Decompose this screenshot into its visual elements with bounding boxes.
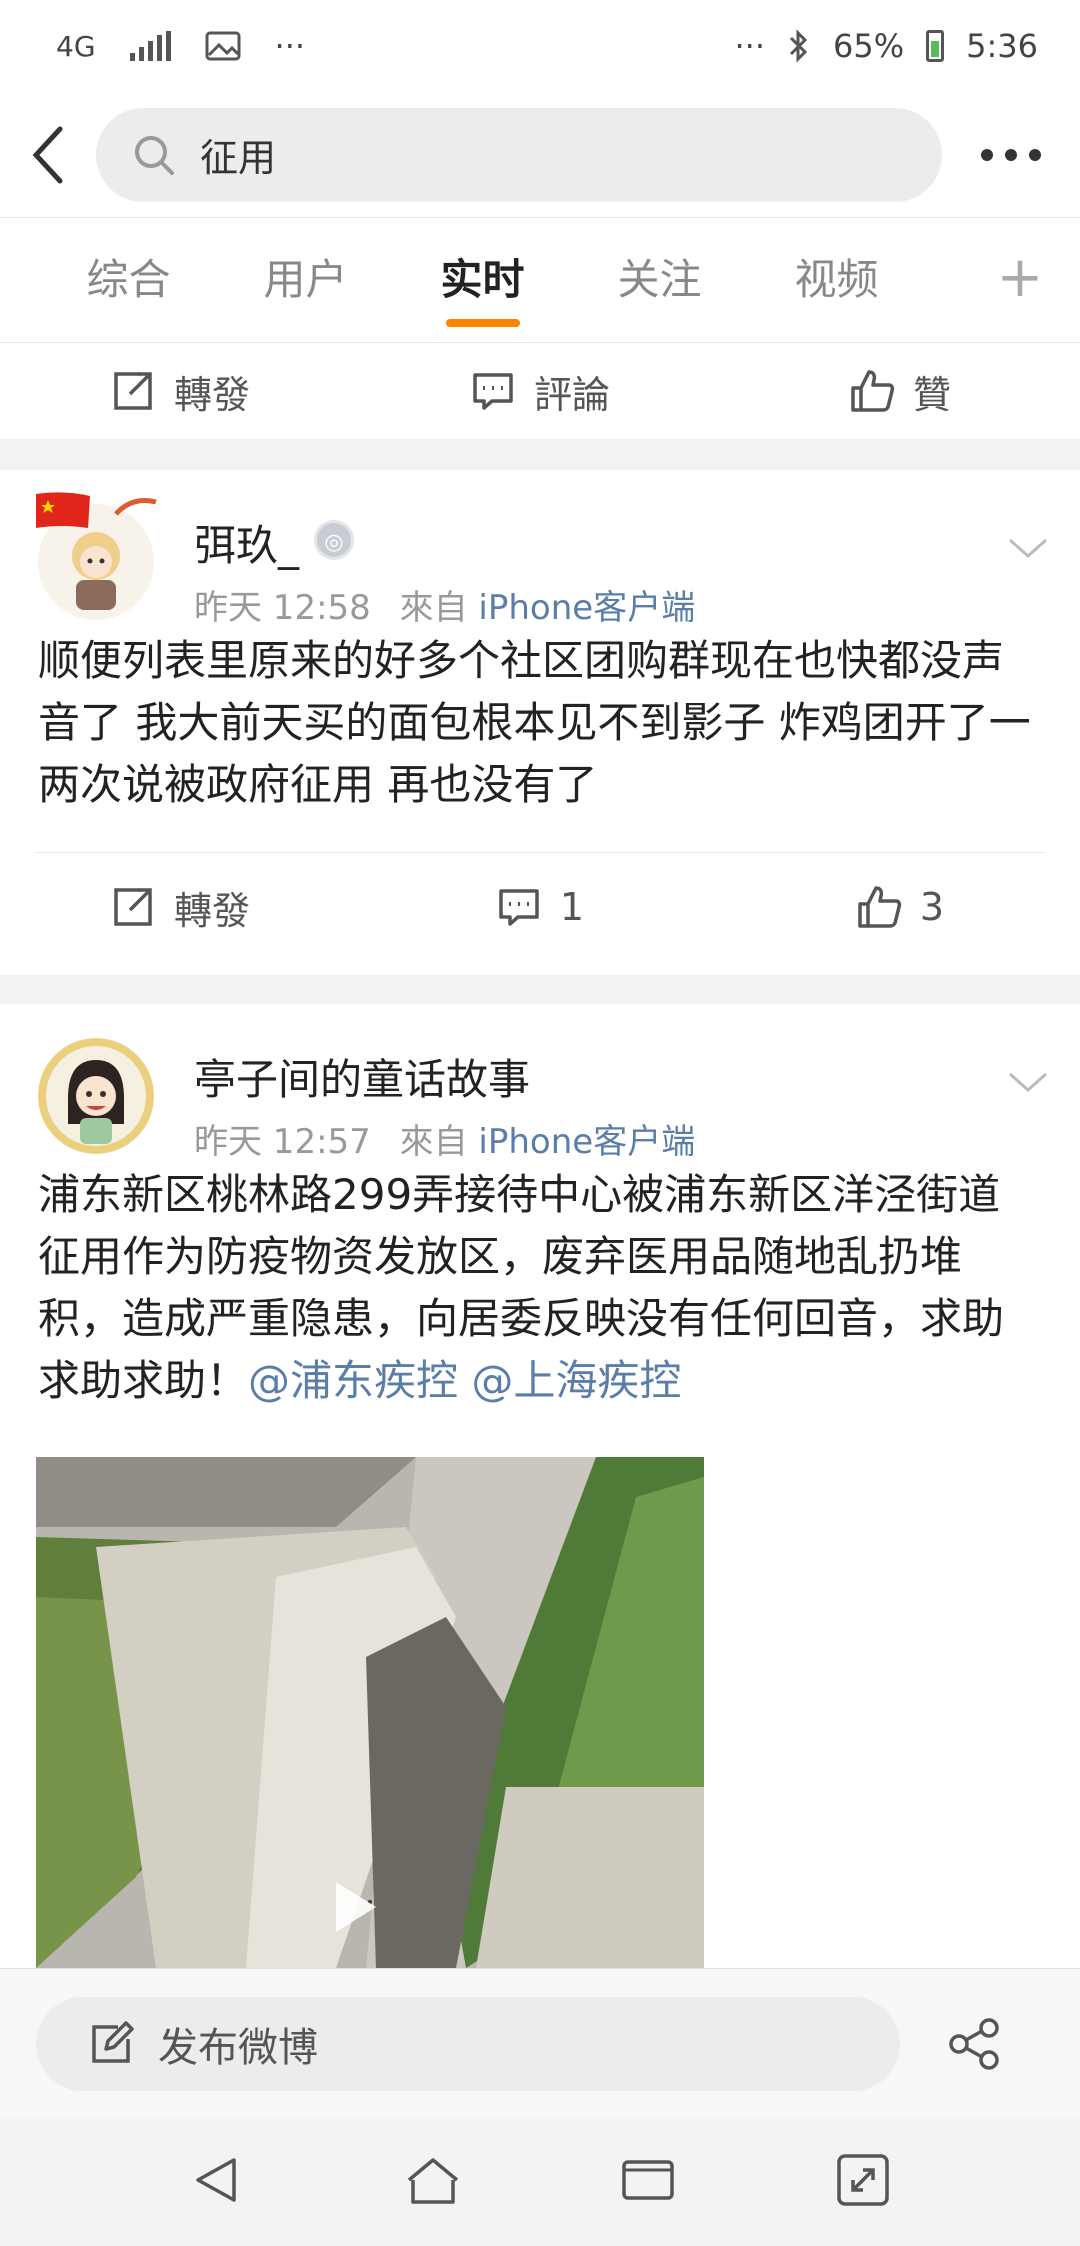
thumbs-up-icon	[858, 886, 902, 928]
nav-back-button[interactable]	[188, 2150, 248, 2214]
post-text[interactable]: 浦东新区桃林路299弄接待中心被浦东新区洋泾街道征用作为防疫物资发放区，废弃医用…	[0, 1164, 1080, 1412]
nav-expand-button[interactable]	[833, 2150, 893, 2214]
system-nav-bar	[0, 2118, 1080, 2246]
post-text[interactable]: 顺便列表里原来的好多个社区团购群现在也快都没声音了 我大前天买的面包根本见不到影…	[0, 630, 1080, 816]
tab-users[interactable]: 用户	[217, 217, 394, 343]
thumbs-up-icon	[851, 370, 895, 412]
signal-icon	[129, 31, 171, 61]
repost-label: 轉發	[173, 888, 250, 933]
network-indicator: 4G	[56, 29, 96, 63]
recents-icon	[621, 2160, 674, 2200]
compose-label: 发布微博	[158, 2024, 318, 2071]
tab-video[interactable]: 视频	[748, 217, 925, 343]
post-meta: 昨天 12:58 來自 iPhone客户端	[194, 580, 695, 629]
post-meta: 昨天 12:57 來自 iPhone客户端	[194, 1114, 695, 1163]
image-icon	[205, 31, 241, 61]
comment-button[interactable]: 評論	[360, 364, 720, 419]
nav-home-button[interactable]	[403, 2150, 463, 2214]
china-flag-icon	[36, 492, 90, 528]
post-card[interactable]: 亭子间的童话故事 昨天 12:57 來自 iPhone客户端 浦东新区桃林路29…	[0, 1004, 1080, 1968]
video-thumbnail[interactable]	[36, 1457, 704, 1968]
post-from: 來自	[399, 1122, 468, 1162]
search-box[interactable]	[96, 107, 942, 202]
post-from: 來自	[399, 588, 468, 628]
chevron-down-icon[interactable]	[1006, 1060, 1050, 1104]
comment-count: 1	[559, 885, 585, 929]
search-icon	[135, 135, 174, 175]
previous-post-actions: 轉發 評論 贊	[0, 343, 1080, 439]
more-notifications-icon: ···	[274, 27, 306, 65]
avatar[interactable]	[38, 1038, 154, 1154]
edit-icon	[92, 2020, 134, 2063]
user-name[interactable]: 亭子间的童话故事	[194, 1046, 530, 1107]
medal-badge-icon: ◎	[314, 520, 354, 560]
post-source[interactable]: iPhone客户端	[478, 1122, 695, 1162]
repost-label: 轉發	[173, 372, 250, 417]
like-button[interactable]: 3	[720, 884, 1080, 930]
compose-bar: 发布微博	[0, 1968, 1080, 2118]
comment-icon	[499, 889, 539, 926]
status-bar: 4G ··· ··· 65% 5:36	[0, 0, 1080, 92]
comment-label: 評論	[533, 372, 610, 417]
chevron-left-icon	[32, 126, 63, 183]
post-card[interactable]: 弭玖_ ◎ 昨天 12:58 來自 iPhone客户端 顺便列表里原来的好多个社…	[0, 470, 1080, 975]
add-tab-button[interactable]: +	[980, 218, 1060, 344]
tab-comprehensive[interactable]: 综合	[40, 217, 217, 343]
share-button[interactable]	[900, 2016, 1050, 2072]
tab-following[interactable]: 关注	[571, 217, 748, 343]
like-label: 贊	[912, 372, 951, 417]
home-icon	[407, 2158, 458, 2204]
post-time: 昨天 12:57	[194, 1122, 371, 1162]
post-actions: 轉發 1 3	[0, 853, 1080, 961]
repost-button[interactable]: 轉發	[0, 364, 360, 419]
repost-icon	[114, 888, 152, 926]
search-input[interactable]	[200, 132, 800, 177]
triangle-back-icon	[195, 2158, 236, 2202]
user-name[interactable]: 弭玖_	[194, 512, 299, 573]
bluetooth-icon	[789, 29, 808, 63]
compose-button[interactable]: 发布微博	[36, 1996, 900, 2091]
tab-bar: 综合 用户 实时 关注 视频 +	[0, 217, 1080, 343]
search-header	[0, 92, 1080, 217]
comment-button[interactable]: 1	[360, 884, 720, 930]
like-count: 3	[919, 885, 945, 929]
mention-link[interactable]: @浦东疾控	[248, 1356, 458, 1405]
share-icon	[949, 2017, 999, 2070]
post-source[interactable]: iPhone客户端	[478, 588, 695, 628]
clock: 5:36	[966, 27, 1038, 65]
lantern-icon	[114, 498, 157, 516]
tab-realtime[interactable]: 实时	[394, 217, 571, 343]
battery-icon	[926, 30, 945, 62]
expand-icon	[836, 2154, 889, 2206]
like-button[interactable]: 贊	[720, 364, 1080, 419]
nav-recents-button[interactable]	[618, 2150, 678, 2214]
more-status-icon: ···	[734, 27, 766, 65]
mention-link[interactable]: @上海疾控	[471, 1356, 681, 1405]
chevron-down-icon[interactable]	[1006, 526, 1050, 570]
more-options-button[interactable]	[942, 105, 1080, 205]
repost-icon	[114, 372, 152, 410]
back-button[interactable]	[0, 105, 96, 205]
post-time: 昨天 12:58	[194, 588, 371, 628]
repost-button[interactable]: 轉發	[0, 880, 360, 935]
comment-icon	[473, 373, 513, 410]
battery-percent: 65%	[833, 27, 905, 65]
